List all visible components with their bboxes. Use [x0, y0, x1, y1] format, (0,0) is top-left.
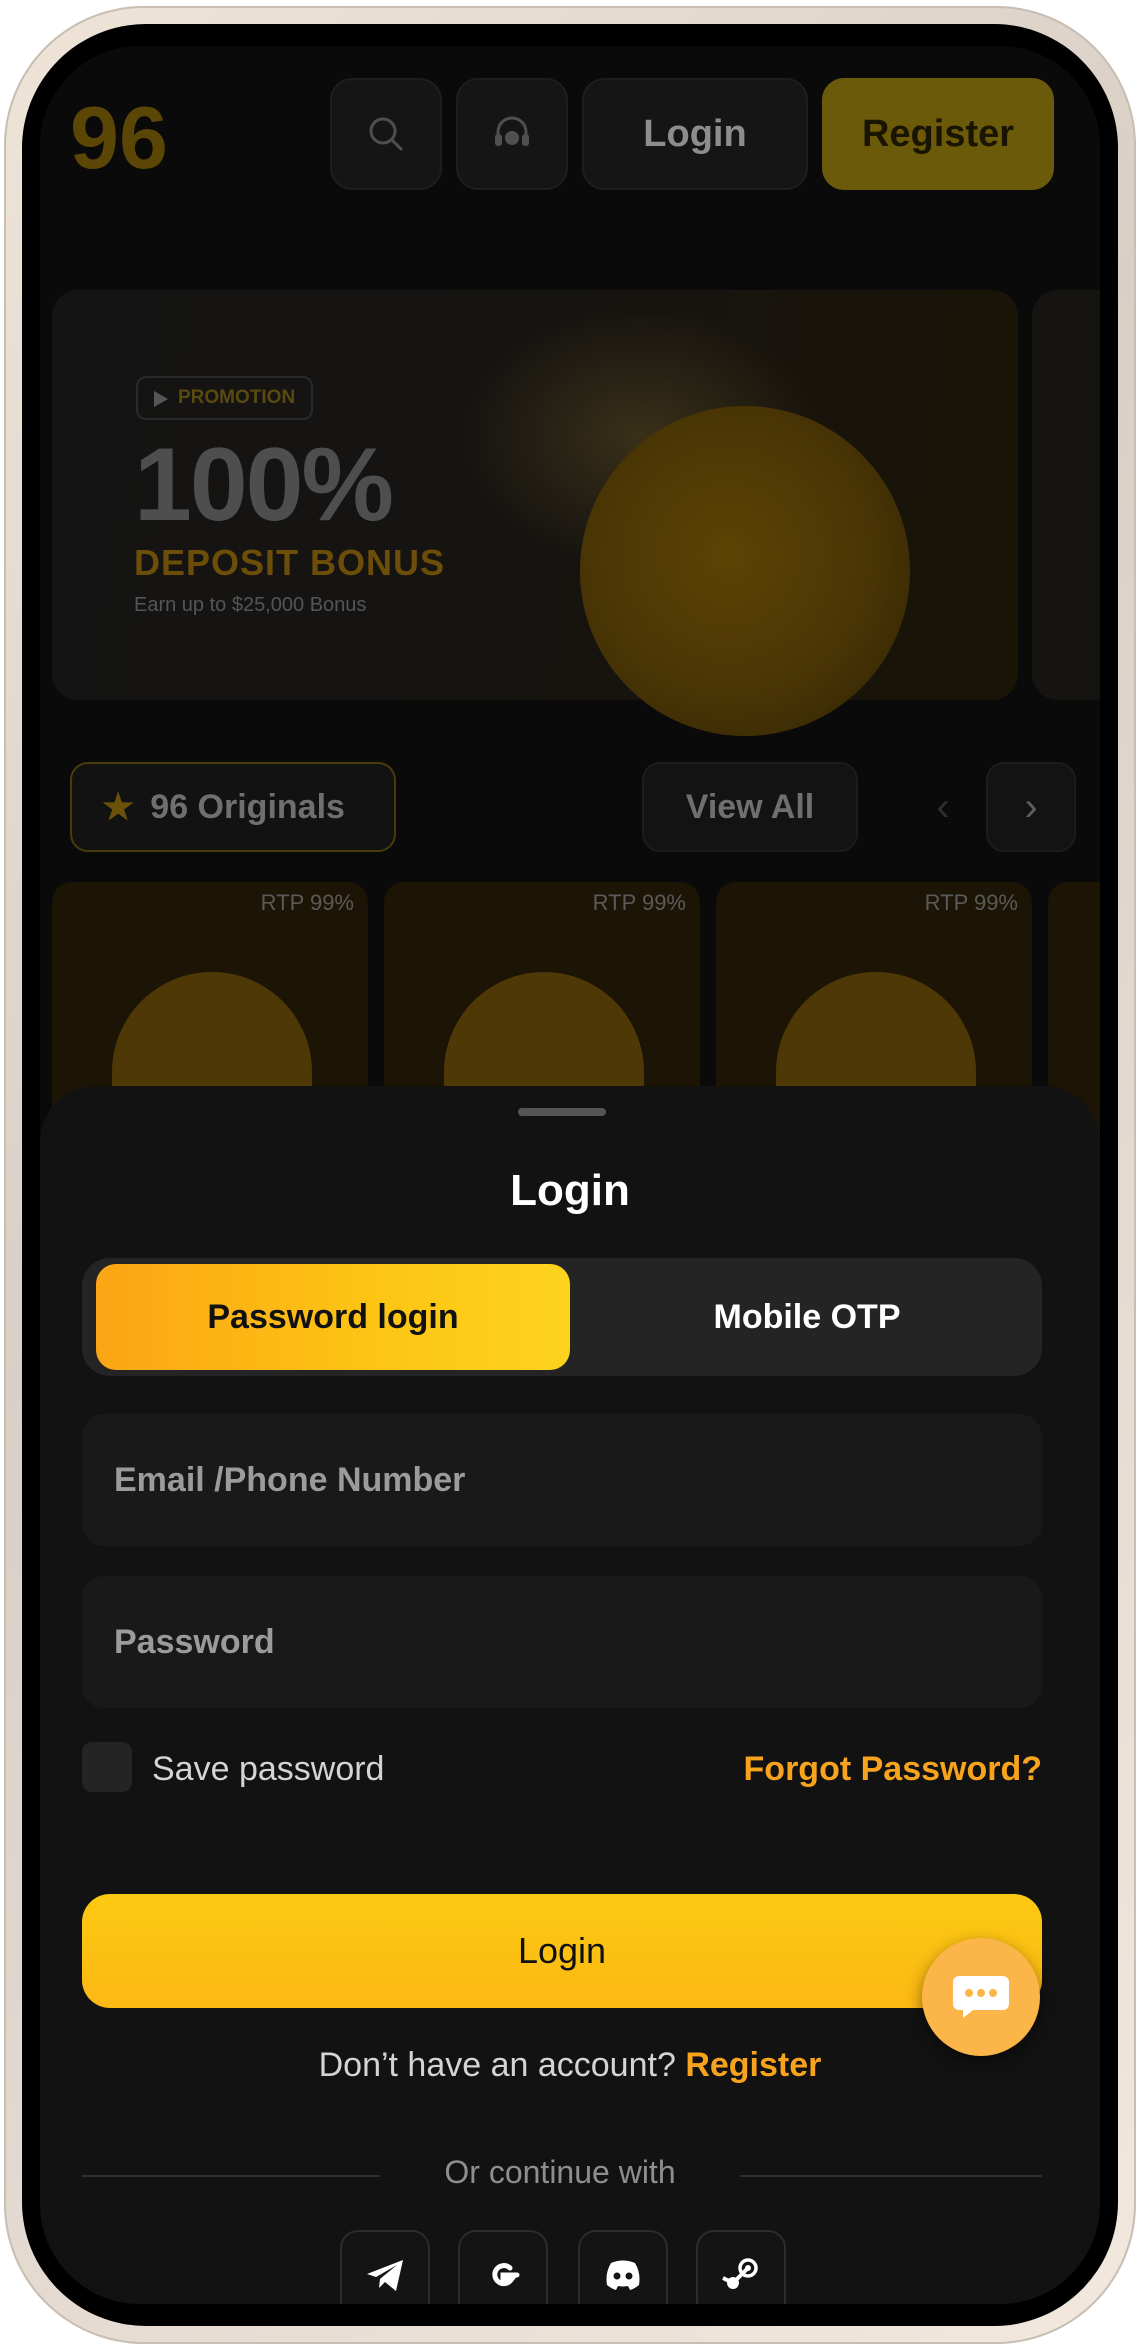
- chat-bubble-icon: [953, 1976, 1009, 2018]
- save-password-row: Save password Forgot Password?: [82, 1740, 1042, 1796]
- no-account-row: Don’t have an account? Register: [40, 2046, 1100, 2085]
- telegram-icon: [367, 2260, 403, 2291]
- search-icon: [369, 117, 403, 151]
- no-account-text: Don’t have an account?: [318, 2046, 676, 2084]
- google-icon: [492, 2263, 520, 2286]
- header-register-button[interactable]: Register: [822, 78, 1054, 190]
- header-login-button[interactable]: Login: [582, 78, 808, 190]
- sheet-title: Login: [510, 1166, 630, 1215]
- or-continue-label: Or continue with: [444, 2154, 676, 2190]
- rtp-badge: RTP 99%: [924, 890, 1018, 915]
- prev-arrow-button[interactable]: ‹: [898, 762, 988, 852]
- rtp-badge: RTP 99%: [260, 890, 354, 915]
- next-arrow-button[interactable]: ›: [986, 762, 1076, 852]
- chat-button[interactable]: [922, 1938, 1040, 2056]
- save-password-checkbox[interactable]: [82, 1742, 132, 1792]
- steam-icon: [722, 2258, 758, 2289]
- play-icon: [154, 391, 168, 407]
- email-phone-input[interactable]: [82, 1414, 1042, 1546]
- svg-text:96: 96: [70, 90, 168, 180]
- headset-icon: [495, 116, 529, 146]
- tab-mobile-otp[interactable]: Mobile OTP: [570, 1264, 1044, 1370]
- discord-icon: [606, 2260, 640, 2290]
- register-link[interactable]: Register: [685, 2046, 821, 2084]
- divider-left: [82, 2175, 380, 2177]
- sheet-drag-handle[interactable]: [518, 1108, 606, 1116]
- site-logo[interactable]: 96: [70, 88, 180, 187]
- divider-right: [740, 2175, 1042, 2177]
- star-icon: ★: [102, 786, 135, 827]
- screen: 96 Login Register PROMOTION 100% DEPOSIT…: [40, 46, 1100, 2304]
- google-login-button[interactable]: [458, 2230, 548, 2304]
- promo-subheadline: DEPOSIT BONUS: [134, 542, 446, 583]
- login-sheet: Login Password login Mobile OTP Save pas…: [40, 1086, 1100, 2304]
- logo-96-icon: 96: [70, 88, 168, 187]
- top-header: 96 Login Register: [40, 46, 1100, 226]
- password-input[interactable]: [82, 1576, 1042, 1708]
- save-password-label[interactable]: Save password: [152, 1750, 384, 1789]
- forgot-password-link[interactable]: Forgot Password?: [744, 1750, 1042, 1789]
- tab-password-login[interactable]: Password login: [96, 1264, 570, 1370]
- support-button[interactable]: [456, 78, 568, 190]
- login-method-tabs: Password login Mobile OTP: [82, 1258, 1042, 1376]
- rtp-badge: RTP 99%: [592, 890, 686, 915]
- promo-tag-label: PROMOTION: [178, 387, 296, 408]
- next-banner[interactable]: [1032, 290, 1100, 700]
- discord-login-button[interactable]: [578, 2230, 668, 2304]
- steam-login-button[interactable]: [696, 2230, 786, 2304]
- promo-headline: 100%: [134, 427, 394, 543]
- view-all-button[interactable]: View All: [642, 762, 858, 852]
- originals-button[interactable]: ★ 96 Originals: [70, 762, 396, 852]
- promo-caption: Earn up to $25,000 Bonus: [134, 594, 367, 616]
- login-submit-button[interactable]: Login: [82, 1894, 1042, 2008]
- telegram-login-button[interactable]: [340, 2230, 430, 2304]
- coin-illustration: [580, 406, 910, 736]
- originals-label: 96 Originals: [150, 787, 345, 826]
- search-button[interactable]: [330, 78, 442, 190]
- chevron-left-icon: ‹: [936, 784, 950, 829]
- chevron-right-icon: ›: [1024, 784, 1038, 829]
- promo-tag: PROMOTION: [136, 376, 314, 420]
